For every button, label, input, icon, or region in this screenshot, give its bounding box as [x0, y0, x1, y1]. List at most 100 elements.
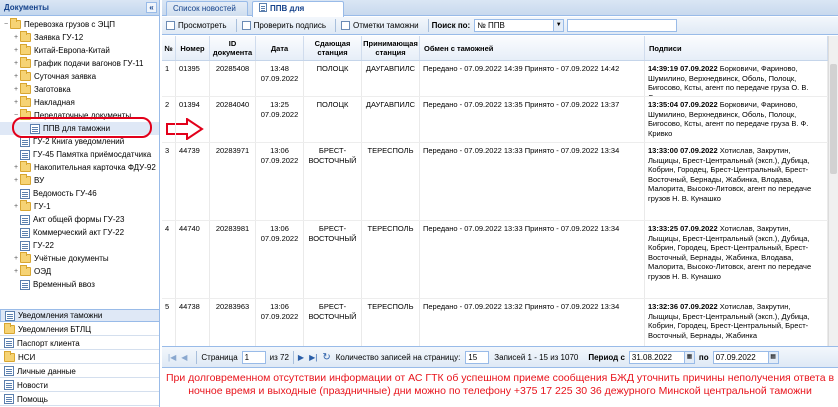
collapse-icon[interactable]: «: [146, 2, 157, 13]
tab-bar: Список новостей ППВ для таможни: [162, 0, 838, 27]
tree-item[interactable]: − Перевозка грузов с ЭЦП: [0, 18, 159, 31]
tree-item[interactable]: + ГУ-1: [0, 200, 159, 213]
customs-notice: При долговременном отсутствии информации…: [165, 372, 835, 397]
tree-item[interactable]: + Заявка ГУ-12: [0, 31, 159, 44]
period-label: Период с: [588, 352, 625, 362]
toolbar-separator: [235, 19, 237, 32]
expand-arrow-icon[interactable]: +: [12, 252, 20, 265]
search-input[interactable]: [567, 19, 678, 32]
tree-item[interactable]: + Учётные документы: [0, 252, 159, 265]
table-cell-from: ПОЛОЦК: [304, 97, 362, 142]
column-header[interactable]: Подписи: [645, 36, 828, 60]
check-sign-button[interactable]: Проверить подпись: [240, 21, 328, 30]
grid-scrollbar[interactable]: [828, 36, 838, 346]
customs-marks-button[interactable]: Отметки таможни: [339, 21, 421, 30]
toolbar-separator: [335, 19, 337, 32]
sidebar-title: Документы: [4, 3, 49, 12]
column-header[interactable]: Обмен с таможней: [420, 36, 645, 60]
folder-icon: [20, 31, 31, 42]
search-field-select[interactable]: № ППВ ▼: [474, 19, 565, 32]
tree-item[interactable]: Ведомость ГУ-46: [0, 187, 159, 200]
expand-arrow-icon[interactable]: +: [12, 96, 20, 109]
per-page-input[interactable]: 15: [465, 350, 490, 364]
calendar-icon[interactable]: ▦: [767, 351, 778, 363]
prev-page-icon[interactable]: ◀: [181, 353, 187, 362]
calendar-icon[interactable]: ▦: [683, 351, 694, 363]
tree-item[interactable]: + Накладная: [0, 96, 159, 109]
next-page-icon[interactable]: ▶: [298, 353, 304, 362]
accordion-item[interactable]: Уведомления БТЛЦ: [0, 322, 159, 336]
tab-ppv-customs[interactable]: ППВ для таможни: [252, 1, 344, 27]
document-icon: [4, 338, 14, 348]
table-cell-from: БРЕСТ-ВОСТОЧНЫЙ: [304, 221, 362, 298]
ppv-grid: № Номер ID документа Дата Сдающая станция При…: [162, 36, 838, 346]
table-cell-n: 5: [162, 299, 176, 346]
table-cell-n: 4: [162, 221, 176, 298]
expand-arrow-icon[interactable]: +: [12, 44, 20, 57]
table-cell-num: 44738: [176, 299, 210, 346]
sidebar-header: Документы «: [0, 0, 159, 16]
accordion-item[interactable]: Личные данные: [0, 365, 159, 378]
tree-item[interactable]: + ОЭД: [0, 265, 159, 278]
tree-item[interactable]: ГУ-45 Памятка приёмосдатчика: [0, 148, 159, 161]
view-button[interactable]: Просмотреть: [164, 21, 229, 30]
expand-arrow-icon[interactable]: +: [12, 161, 20, 174]
table-row[interactable]: 3 44739 20283971 13:06 07.09.2022 БРЕСТ-ВОСТ…: [162, 143, 838, 221]
tab-news[interactable]: Список новостей: [166, 1, 248, 16]
tree-item[interactable]: Акт общей формы ГУ-23: [0, 213, 159, 226]
first-page-icon[interactable]: |◀: [168, 353, 176, 362]
document-icon: [20, 136, 30, 147]
expand-arrow-icon[interactable]: +: [12, 174, 20, 187]
documents-sidebar: Документы « − Перевозка грузов с ЭЦП + Заяв…: [0, 0, 160, 407]
expand-arrow-icon[interactable]: +: [12, 57, 20, 70]
folder-icon: [20, 161, 31, 172]
tree-item[interactable]: Коммерческий акт ГУ-22: [0, 226, 159, 239]
refresh-icon[interactable]: ↻: [322, 352, 330, 363]
column-header[interactable]: Принимающая станция: [362, 36, 420, 60]
scrollbar-thumb[interactable]: [830, 64, 837, 174]
tree-item[interactable]: + Накопительная карточка ФДУ-92: [0, 161, 159, 174]
collapse-arrow-icon[interactable]: −: [2, 18, 10, 31]
table-row[interactable]: 4 44740 20283981 13:06 07.09.2022 БРЕСТ-ВОСТ…: [162, 221, 838, 299]
accordion-item[interactable]: НСИ: [0, 350, 159, 364]
table-cell-from: БРЕСТ-ВОСТОЧНЫЙ: [304, 143, 362, 220]
page-input[interactable]: 1: [241, 350, 266, 364]
tree-item[interactable]: + ВУ: [0, 174, 159, 187]
tree-item[interactable]: + График подачи вагонов ГУ-11: [0, 57, 159, 70]
table-row[interactable]: 2 01394 20284040 13:25 07.09.2022 ПОЛОЦК ДАУГ…: [162, 97, 838, 143]
column-header[interactable]: Дата: [256, 36, 304, 60]
accordion-item[interactable]: Уведомления таможни: [0, 309, 159, 322]
tree-item-label: ВУ: [34, 176, 45, 185]
expand-arrow-icon[interactable]: +: [12, 200, 20, 213]
tree-item[interactable]: + Китай-Европа-Китай: [0, 44, 159, 57]
last-page-icon[interactable]: ▶|: [309, 353, 317, 362]
accordion-item-label: Уведомления БТЛЦ: [18, 324, 92, 334]
column-header[interactable]: ID документа: [210, 36, 256, 60]
expand-arrow-icon[interactable]: +: [12, 31, 20, 44]
date-to-field[interactable]: 07.09.2022 ▦: [712, 350, 779, 364]
expand-arrow-icon[interactable]: +: [12, 83, 20, 96]
tree-item[interactable]: + Заготовка: [0, 83, 159, 96]
column-header[interactable]: Сдающая станция: [304, 36, 362, 60]
column-header[interactable]: Номер: [176, 36, 210, 60]
table-row[interactable]: 5 44738 20283963 13:06 07.09.2022 БРЕСТ-ВОСТ…: [162, 299, 838, 346]
table-cell-n: 2: [162, 97, 176, 142]
table-cell-date: 13:25 07.09.2022: [256, 97, 304, 142]
accordion-item[interactable]: Помощь: [0, 393, 159, 406]
tree-item[interactable]: ГУ-22: [0, 239, 159, 252]
table-cell-exchange: Передано - 07.09.2022 13:33 Принято - 07…: [420, 143, 645, 220]
document-icon: [5, 310, 15, 321]
column-header[interactable]: №: [162, 36, 176, 60]
table-row[interactable]: 1 01395 20285408 13:48 07.09.2022 ПОЛОЦК ДАУГ…: [162, 61, 838, 97]
table-cell-num: 01395: [176, 61, 210, 96]
tree-item[interactable]: Временный ввоз: [0, 278, 159, 291]
accordion-item[interactable]: Новости: [0, 379, 159, 392]
grid-header: № Номер ID документа Дата Сдающая станция При…: [162, 36, 838, 61]
expand-arrow-icon[interactable]: +: [12, 70, 20, 83]
tree-item[interactable]: + Суточная заявка: [0, 70, 159, 83]
accordion-item[interactable]: Паспорт клиента: [0, 337, 159, 350]
date-from-field[interactable]: 31.08.2022 ▦: [628, 350, 695, 364]
tree-item-label: График подачи вагонов ГУ-11: [34, 59, 144, 68]
expand-arrow-icon[interactable]: +: [12, 265, 20, 278]
table-cell-id: 20285408: [210, 61, 256, 96]
